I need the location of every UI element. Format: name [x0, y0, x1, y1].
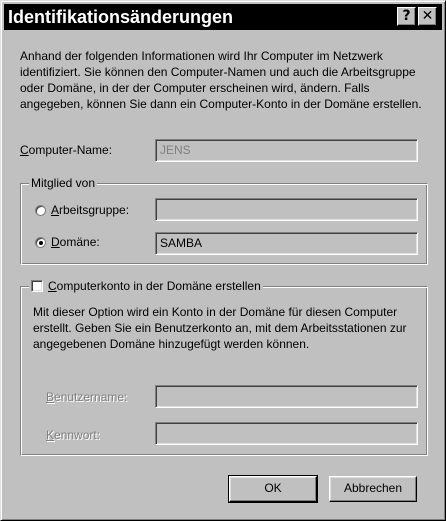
intro-text: Anhand der folgenden Informationen wird …	[20, 49, 422, 111]
radio-selected-dot	[39, 241, 43, 245]
password-label: Kennwort:	[46, 428, 101, 442]
title-bar[interactable]: Identifikationsänderungen ? ✕	[4, 4, 442, 30]
domain-label[interactable]: Domäne:	[51, 235, 100, 249]
account-checkbox-label: omputerkonto in der Domäne erstellen	[56, 279, 261, 293]
cancel-button[interactable]: Abbrechen	[329, 476, 417, 502]
domain-radio[interactable]	[35, 237, 46, 248]
account-description: Mit dieser Option wird ein Konto in der …	[33, 305, 407, 351]
username-field[interactable]	[155, 385, 418, 408]
computer-name-label: Computer-Name:	[20, 143, 113, 157]
help-button[interactable]: ?	[397, 7, 416, 26]
ok-button[interactable]: OK	[228, 475, 318, 503]
window-title: Identifikationsänderungen	[8, 7, 234, 27]
workgroup-radio[interactable]	[35, 205, 46, 216]
computer-name-field[interactable]: JENS	[155, 139, 418, 162]
username-label: Benutzername:	[46, 390, 128, 404]
workgroup-label[interactable]: Arbeitsgruppe:	[51, 203, 129, 217]
close-button[interactable]: ✕	[418, 7, 437, 26]
workgroup-input[interactable]	[155, 198, 418, 221]
dialog-window: Identifikationsänderungen ? ✕ Anhand der…	[0, 0, 446, 521]
member-group-legend: Mitglied von	[29, 175, 98, 191]
password-field[interactable]	[155, 422, 418, 445]
account-checkbox-row[interactable]: Computerkonto in der Domäne erstellen	[29, 278, 263, 294]
account-checkbox[interactable]	[31, 280, 43, 292]
domain-input[interactable]: SAMBA	[155, 232, 418, 255]
